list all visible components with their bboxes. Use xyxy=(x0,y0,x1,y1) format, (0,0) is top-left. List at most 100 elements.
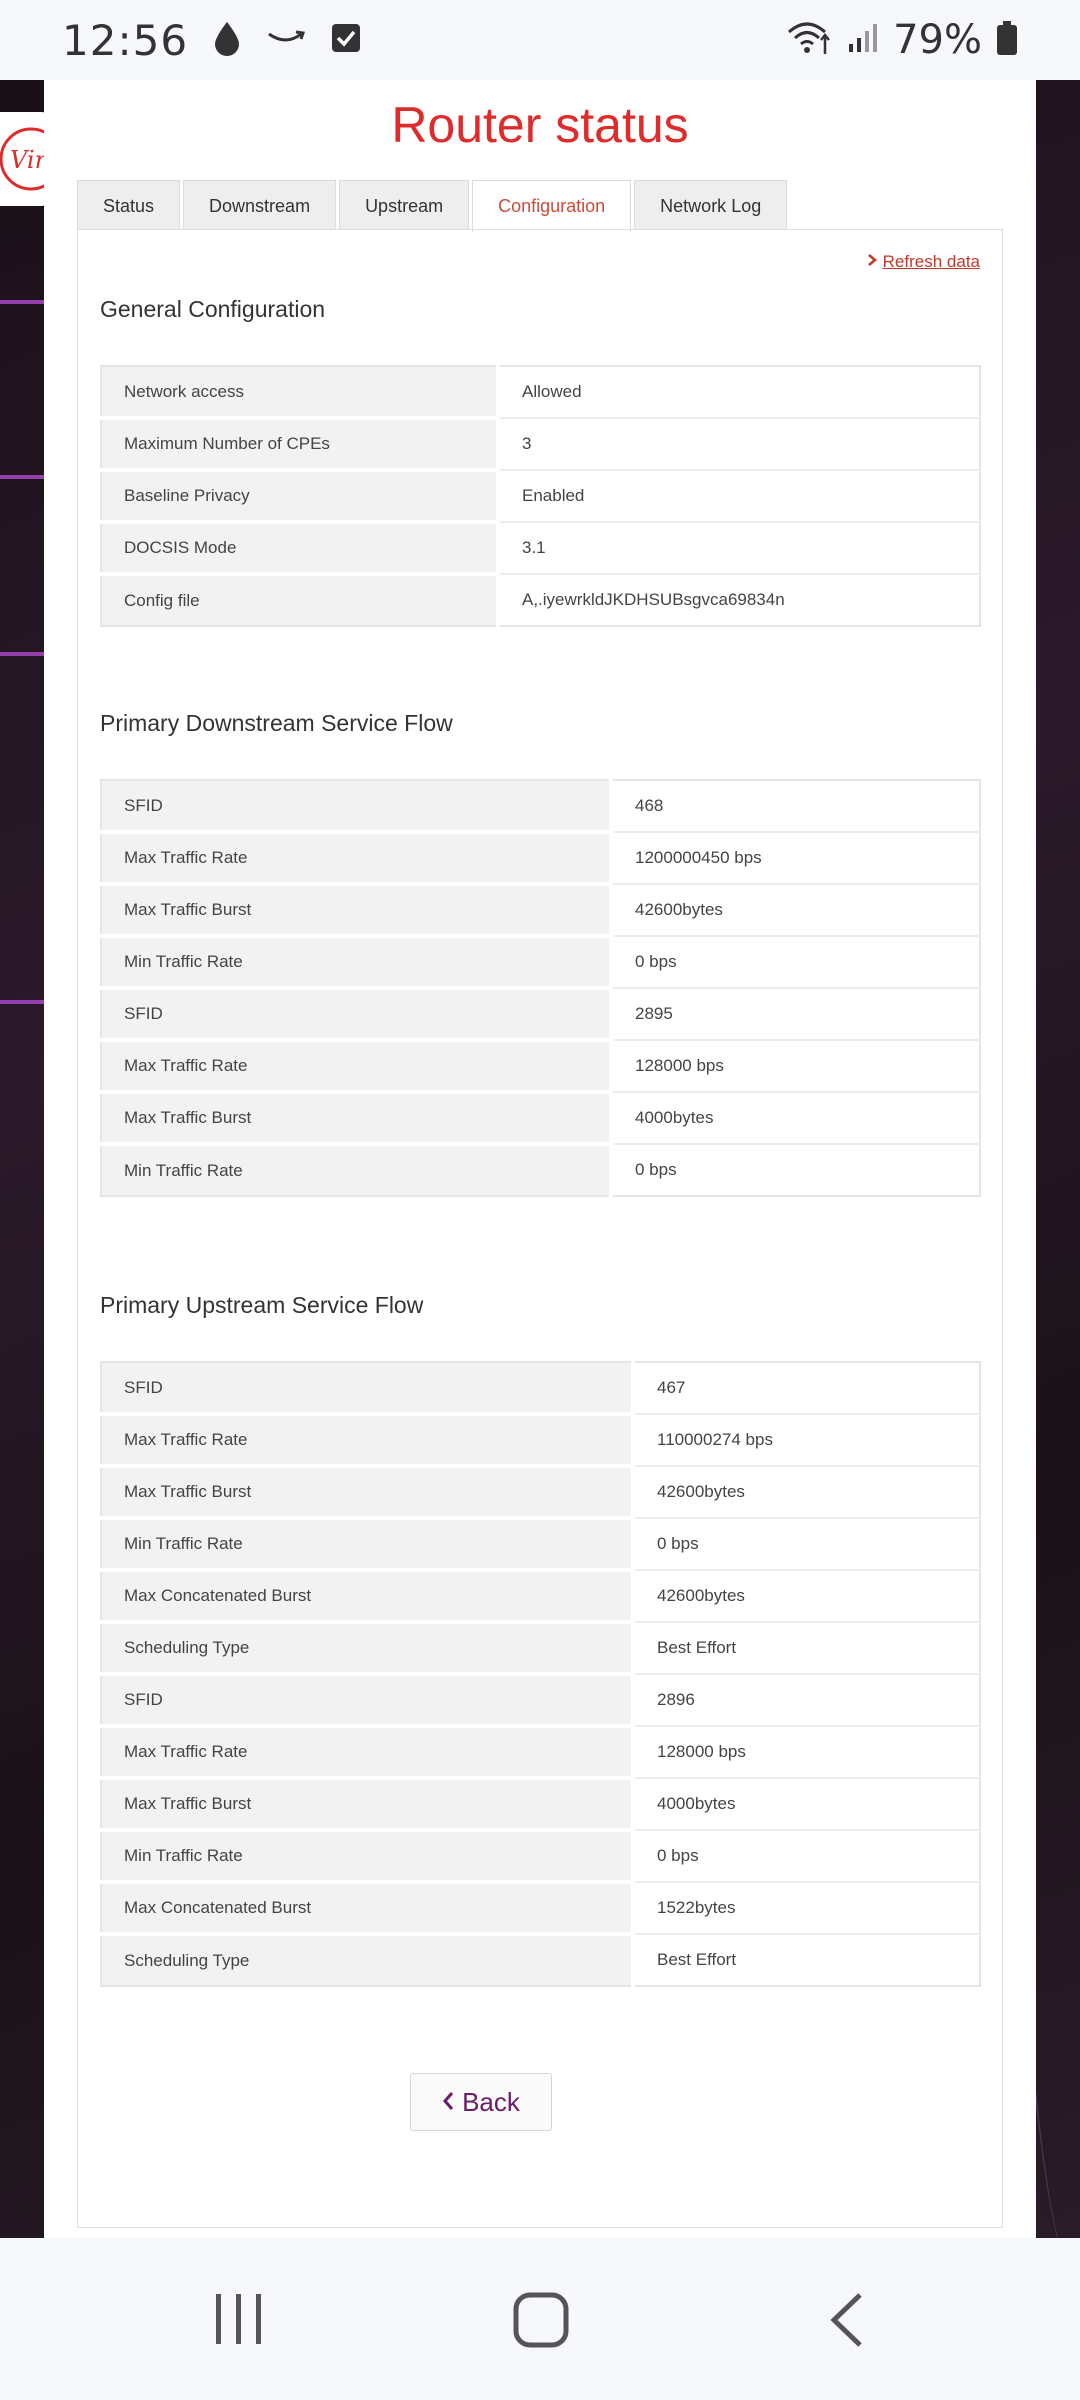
content-card: Router status Status Downstream Upstream… xyxy=(44,80,1036,2238)
checkbox-icon xyxy=(330,22,362,59)
wifi-icon xyxy=(787,20,833,61)
row-key: Max Traffic Rate xyxy=(101,832,613,886)
upstream-flow-table: SFID 467 Max Traffic Rate 110000274 bps Max … xyxy=(100,1361,981,1987)
configuration-panel: Refresh data General Configuration Netwo… xyxy=(77,229,1003,2228)
row-key: Config file xyxy=(101,574,500,626)
row-value: Allowed xyxy=(498,366,980,419)
battery-icon xyxy=(996,20,1018,61)
downstream-flow-row: Max Traffic Rate 1200000450 bps xyxy=(101,832,980,886)
row-key: Max Traffic Burst xyxy=(101,1778,635,1832)
general-configuration-table: Network access Allowed Maximum Number of C… xyxy=(100,365,981,627)
page-title: Router status xyxy=(391,97,689,153)
row-key: Max Concatenated Burst xyxy=(101,1570,635,1624)
home-icon[interactable] xyxy=(513,2292,569,2353)
row-value: 1200000450 bps xyxy=(611,832,980,885)
upstream-flow-row: Min Traffic Rate 0 bps xyxy=(101,1518,980,1572)
row-value: 0 bps xyxy=(633,1830,980,1883)
back-button-label: Back xyxy=(462,2086,520,2117)
system-nav-bar xyxy=(0,2238,1080,2400)
upstream-flow-row: Max Concatenated Burst 42600bytes xyxy=(101,1570,980,1624)
general-config-row: DOCSIS Mode 3.1 xyxy=(101,522,980,576)
row-key: SFID xyxy=(101,988,613,1042)
row-key: Max Traffic Burst xyxy=(101,1466,635,1520)
row-key: SFID xyxy=(101,780,613,834)
row-key: SFID xyxy=(101,1674,635,1728)
row-key: Max Traffic Rate xyxy=(101,1726,635,1780)
row-key: Network access xyxy=(101,366,500,420)
row-key: Max Traffic Burst xyxy=(101,884,613,938)
upstream-flow-row: Min Traffic Rate 0 bps xyxy=(101,1830,980,1884)
row-value: 42600bytes xyxy=(633,1570,980,1623)
upstream-flow-row: Max Traffic Burst 4000bytes xyxy=(101,1778,980,1832)
row-value: 110000274 bps xyxy=(633,1414,980,1467)
general-config-row: Baseline Privacy Enabled xyxy=(101,470,980,524)
general-config-row: Maximum Number of CPEs 3 xyxy=(101,418,980,472)
row-value: Enabled xyxy=(498,470,980,523)
downstream-flow-row: Min Traffic Rate 0 bps xyxy=(101,936,980,990)
row-value: 42600bytes xyxy=(633,1466,980,1519)
row-value: 128000 bps xyxy=(633,1726,980,1779)
chevron-right-icon xyxy=(867,252,877,272)
battery-percent: 79% xyxy=(893,17,982,63)
downstream-flow-row: Max Traffic Burst 4000bytes xyxy=(101,1092,980,1146)
back-nav-icon[interactable] xyxy=(826,2292,866,2353)
row-value: 2896 xyxy=(633,1674,980,1727)
row-value: 0 bps xyxy=(611,1144,980,1196)
tab-downstream[interactable]: Downstream xyxy=(183,180,337,230)
downstream-flow-row: Max Traffic Burst 42600bytes xyxy=(101,884,980,938)
virgin-logo-tab[interactable]: Vir xyxy=(0,112,46,206)
status-bar: 12:56 79% xyxy=(0,0,1080,80)
amazon-smile-icon xyxy=(266,26,306,55)
row-key: Max Traffic Burst xyxy=(101,1092,613,1146)
general-configuration-title: General Configuration xyxy=(100,296,326,322)
back-button[interactable]: Back xyxy=(410,2073,552,2131)
row-value: Best Effort xyxy=(633,1934,980,1986)
upstream-flow-row: Max Concatenated Burst 1522bytes xyxy=(101,1882,980,1936)
row-key: Max Traffic Rate xyxy=(101,1040,613,1094)
downstream-flow-row: SFID 468 xyxy=(101,780,980,834)
downstream-flow-row: Min Traffic Rate 0 bps xyxy=(101,1144,980,1196)
row-value: 42600bytes xyxy=(611,884,980,937)
row-key: DOCSIS Mode xyxy=(101,522,500,576)
row-value: 0 bps xyxy=(633,1518,980,1571)
row-value: 4000bytes xyxy=(611,1092,980,1145)
upstream-flow-row: SFID 2896 xyxy=(101,1674,980,1728)
row-key: Min Traffic Rate xyxy=(101,936,613,990)
row-key: Min Traffic Rate xyxy=(101,1830,635,1884)
chevron-left-icon xyxy=(442,2087,454,2118)
row-value: 3 xyxy=(498,418,980,471)
row-key: Max Traffic Rate xyxy=(101,1414,635,1468)
row-value: 128000 bps xyxy=(611,1040,980,1093)
row-value: 468 xyxy=(611,780,980,833)
row-key: Maximum Number of CPEs xyxy=(101,418,500,472)
tab-bar: Status Downstream Upstream Configuration… xyxy=(77,180,788,232)
row-key: Max Concatenated Burst xyxy=(101,1882,635,1936)
tab-network-log[interactable]: Network Log xyxy=(634,180,788,230)
downstream-flow-row: SFID 2895 xyxy=(101,988,980,1042)
signal-icon xyxy=(847,22,879,59)
downstream-flow-row: Max Traffic Rate 128000 bps xyxy=(101,1040,980,1094)
upstream-flow-row: Scheduling Type Best Effort xyxy=(101,1622,980,1676)
clock: 12:56 xyxy=(62,15,189,65)
tab-status[interactable]: Status xyxy=(77,180,181,230)
refresh-data-label: Refresh data xyxy=(882,252,980,271)
row-key: Scheduling Type xyxy=(101,1934,635,1986)
tab-configuration[interactable]: Configuration xyxy=(472,180,632,232)
recents-icon[interactable] xyxy=(212,2292,266,2351)
row-value: 1522bytes xyxy=(633,1882,980,1935)
downstream-flow-table: SFID 468 Max Traffic Rate 1200000450 bps Max… xyxy=(100,779,981,1197)
tab-upstream[interactable]: Upstream xyxy=(339,180,470,230)
downstream-flow-title: Primary Downstream Service Flow xyxy=(100,710,453,736)
row-value: 467 xyxy=(633,1362,980,1415)
general-config-row: Network access Allowed xyxy=(101,366,980,420)
row-key: SFID xyxy=(101,1362,635,1416)
upstream-flow-title: Primary Upstream Service Flow xyxy=(100,1292,424,1318)
upstream-flow-row: Max Traffic Rate 128000 bps xyxy=(101,1726,980,1780)
row-key: Baseline Privacy xyxy=(101,470,500,524)
row-key: Min Traffic Rate xyxy=(101,1144,613,1196)
refresh-data-link[interactable]: Refresh data xyxy=(867,252,980,272)
row-value: 3.1 xyxy=(498,522,980,575)
row-key: Scheduling Type xyxy=(101,1622,635,1676)
upstream-flow-row: Max Traffic Burst 42600bytes xyxy=(101,1466,980,1520)
row-value: 2895 xyxy=(611,988,980,1041)
